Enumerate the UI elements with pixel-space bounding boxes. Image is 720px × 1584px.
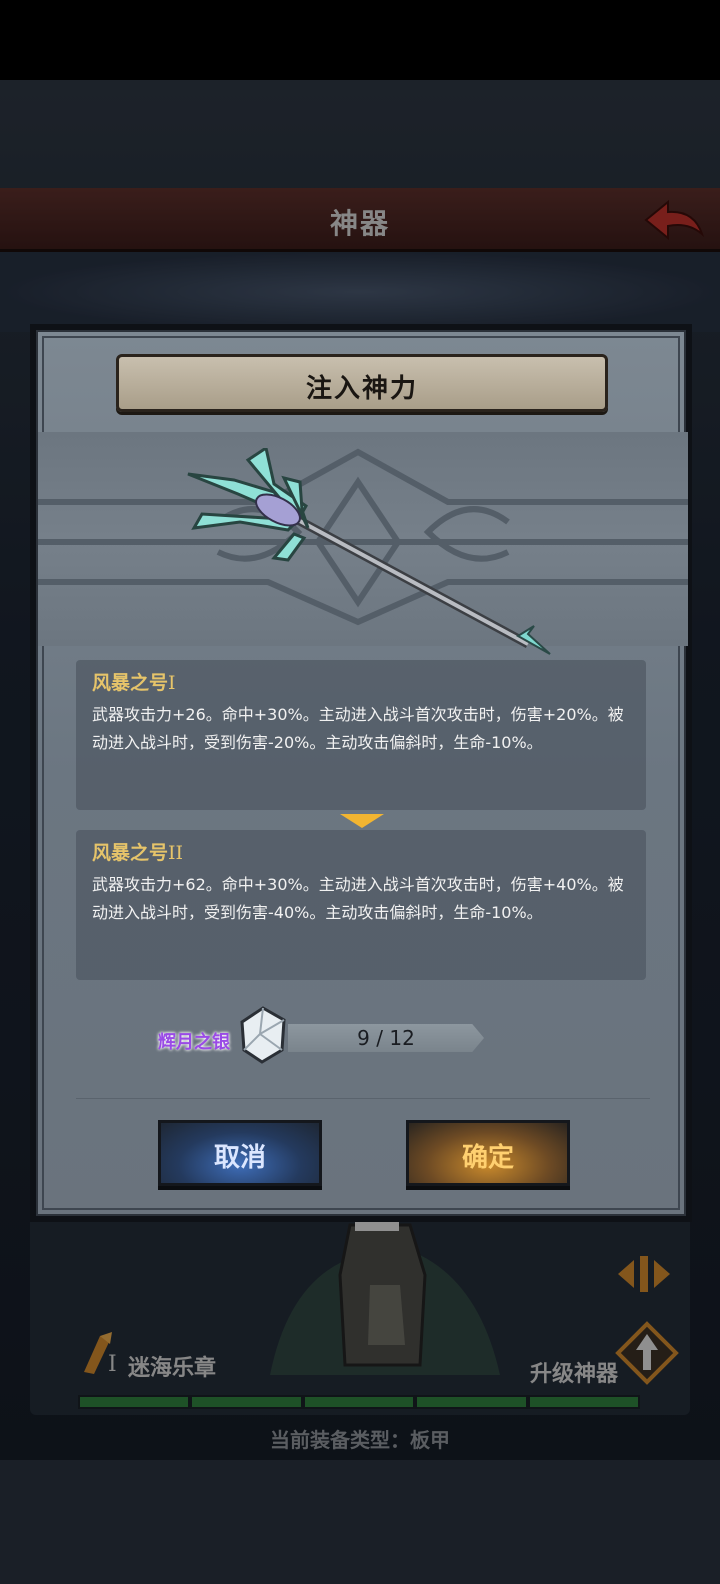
dialog-title-plate: 注入神力	[116, 354, 608, 412]
current-effect-text: 武器攻击力+26。命中+30%。主动进入战斗首次攻击时，伤害+20%。被动进入战…	[92, 705, 624, 752]
divider	[76, 1098, 650, 1099]
gem-icon[interactable]	[238, 1006, 288, 1064]
next-effect-text: 武器攻击力+62。命中+30%。主动进入战斗首次攻击时，伤害+40%。被动进入战…	[92, 875, 624, 922]
infuse-power-dialog: 注入神力 风暴之号I 武器攻击力+26。命中+30%。主动进入战斗首次攻击时，伤…	[30, 324, 692, 1222]
dialog-body: 注入神力 风暴之号I 武器攻击力+26。命中+30%。主动进入战斗首次攻击时，伤…	[36, 330, 688, 1216]
down-arrow-icon	[340, 814, 384, 828]
cost-amount: 9 / 12	[357, 1026, 415, 1050]
current-artifact-name: 风暴之号	[92, 672, 169, 694]
confirm-button-label: 确定	[461, 1143, 514, 1173]
current-artifact-level: I	[168, 672, 176, 694]
nav-bar-area	[0, 1460, 720, 1584]
dialog-title: 注入神力	[305, 374, 418, 404]
next-level-description: 风暴之号II 武器攻击力+62。命中+30%。主动进入战斗首次攻击时，伤害+40…	[76, 830, 646, 980]
confirm-button[interactable]: 确定	[406, 1120, 570, 1186]
status-bar-area	[0, 0, 720, 80]
trident-icon	[187, 448, 551, 655]
cost-material-label: 辉月之银	[158, 1032, 230, 1053]
current-name-row: 风暴之号I	[92, 668, 630, 695]
next-artifact-name: 风暴之号	[92, 842, 169, 864]
cost-amount-bar: 9 / 12	[288, 1024, 484, 1052]
cancel-button-label: 取消	[213, 1143, 266, 1173]
next-artifact-level: II	[168, 842, 184, 864]
cancel-button[interactable]: 取消	[158, 1120, 322, 1186]
next-name-row: 风暴之号II	[92, 838, 630, 865]
current-level-description: 风暴之号I 武器攻击力+26。命中+30%。主动进入战斗首次攻击时，伤害+20%…	[76, 660, 646, 810]
